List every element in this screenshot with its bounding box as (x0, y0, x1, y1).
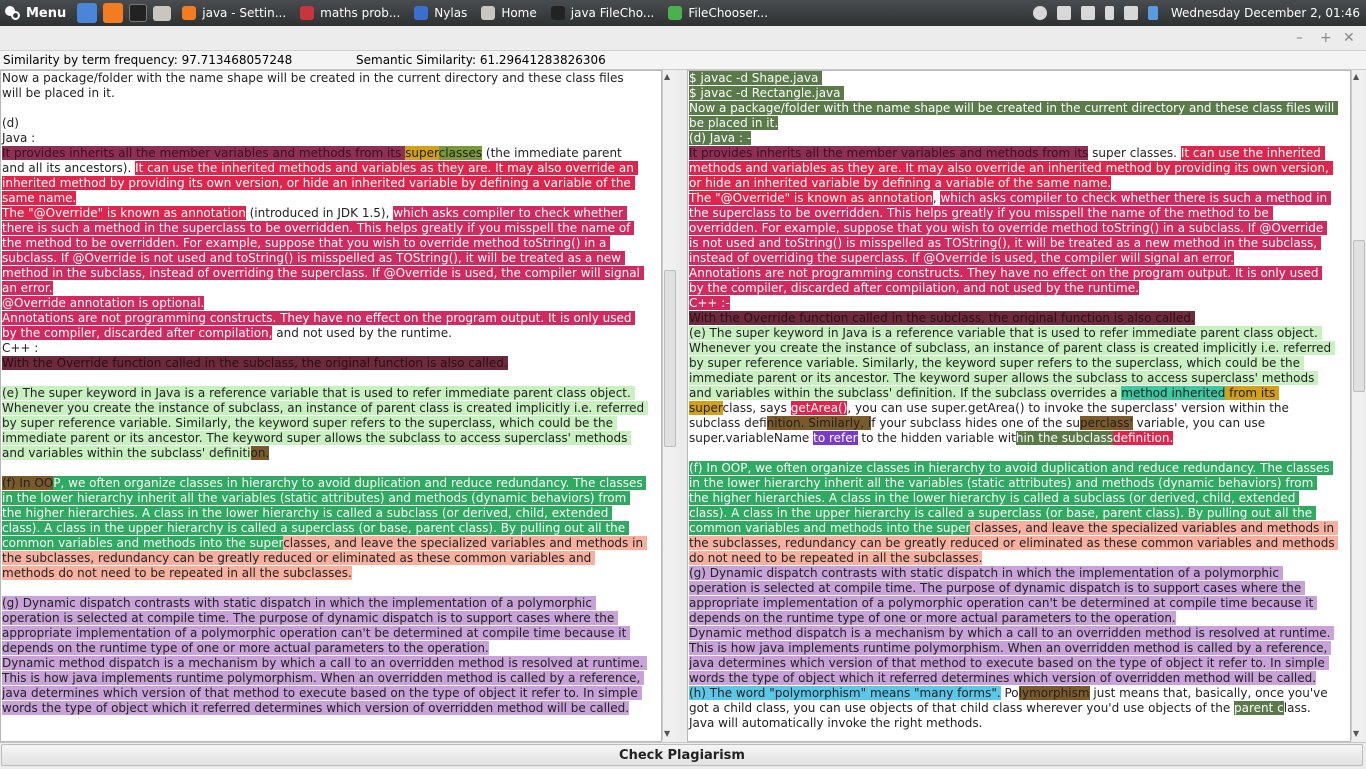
wifi-icon[interactable] (1056, 6, 1071, 20)
right-text-segment: class, says (722, 401, 791, 415)
similarity-bar: Similarity by term frequency: 97.7134680… (0, 50, 1366, 70)
minimize-button[interactable]: – (1296, 30, 1303, 46)
right-highlighted-segment: definition. (1113, 431, 1174, 445)
right-highlighted-segment: It provides inherits all the member vari… (689, 146, 1089, 160)
right-highlighted-segment: inition. Similarly, i (766, 416, 872, 430)
taskbar-window-label: Home (501, 6, 537, 20)
left-highlighted-segment: classes (438, 146, 483, 160)
taskbar-window-2[interactable]: Nylas (408, 1, 473, 25)
left-highlighted-segment: With the Override function called in the… (2, 356, 508, 370)
window-app-icon (414, 6, 429, 20)
right-document-text[interactable]: $ javac -d Shape.java $ javac -d Rectang… (689, 71, 1339, 731)
left-document-pane[interactable]: Now a package/folder with the name shape… (0, 70, 662, 742)
top-panel: Menu java - Settin... maths prob... Nylas H… (0, 0, 1366, 26)
taskbar-window-label: maths prob... (320, 6, 401, 20)
bluetooth-icon[interactable] (1147, 6, 1158, 20)
right-highlighted-segment: Now a package/folder with the name shape… (689, 101, 1339, 130)
window-app-icon (481, 6, 496, 20)
taskbar-window-5[interactable]: FileChooser... (662, 1, 774, 25)
scroll-up-icon[interactable]: ▲ (664, 72, 670, 81)
window-app-icon (550, 6, 565, 20)
left-document-text[interactable]: Now a package/folder with the name shape… (2, 71, 648, 716)
right-document-pane[interactable]: $ javac -d Shape.java $ javac -d Rectang… (687, 70, 1351, 742)
volume-icon[interactable] (1080, 6, 1095, 20)
right-scrollbar[interactable]: ▲ ▼ (1351, 70, 1365, 740)
network-icon[interactable] (1123, 6, 1138, 20)
taskbar-window-label: FileChooser... (688, 6, 769, 20)
taskbar-window-0[interactable]: java - Settin... (176, 1, 292, 25)
left-highlighted-segment: (f) In OO (2, 476, 54, 490)
right-highlighted-segment: lymorphism (1018, 686, 1090, 700)
right-highlighted-segment: $ javac -d Rectangle.java (689, 86, 845, 100)
window-app-icon (300, 6, 315, 20)
menu-label: Menu (26, 5, 67, 21)
right-highlighted-segment: parent c (1234, 701, 1284, 715)
right-highlighted-segment: C++ :- (689, 296, 730, 310)
check-plagiarism-button[interactable]: Check Plagiarism (1, 744, 1363, 766)
left-highlighted-segment: Dynamic method dispatch is a mechanism b… (2, 656, 648, 715)
window-app-icon (182, 6, 197, 20)
right-highlighted-segment: With the Override function called in the… (689, 311, 1195, 325)
terminal-icon[interactable] (129, 4, 148, 22)
taskbar-window-4[interactable]: java FileCho... (545, 1, 661, 25)
maximize-button[interactable]: + (1320, 30, 1332, 46)
right-highlighted-segment: to refer (813, 431, 858, 445)
right-highlighted-segment: Dynamic method dispatch is a mechanism b… (689, 626, 1335, 685)
show-desktop-icon[interactable] (77, 3, 98, 23)
files-icon[interactable] (153, 5, 172, 21)
right-highlighted-segment: Annotations are not programming construc… (689, 266, 1323, 295)
right-highlighted-segment: getArea() (790, 401, 848, 415)
left-scroll-thumb[interactable] (664, 270, 676, 447)
close-button[interactable]: ✕ (1343, 30, 1355, 46)
scroll-down-icon[interactable]: ▼ (664, 729, 670, 738)
system-tray: Wednesday December 2, 01:46 (1028, 0, 1366, 26)
right-highlighted-segment: method inherited (1121, 386, 1226, 400)
right-scroll-thumb[interactable] (1353, 240, 1365, 392)
right-highlighted-segment: (g) Dynamic dispatch contrasts with stat… (689, 566, 1318, 625)
left-highlighted-segment: (e) The super keyword in Java is a refer… (2, 386, 648, 460)
left-text-segment: Now a package/folder with the name shape… (2, 71, 624, 145)
taskbar-window-3[interactable]: Home (475, 1, 542, 25)
right-text-segment: to the hidden variable wit (857, 431, 1016, 445)
right-text-segment: f your subclass hides one of the su (871, 416, 1081, 430)
left-highlighted-segment: @Override annotation is optional. (2, 296, 205, 310)
firefox-icon[interactable] (103, 3, 124, 23)
menu-logo-icon (4, 5, 20, 21)
taskbar-window-label: java FileCho... (570, 6, 655, 20)
right-text-segment: super classes. (1088, 146, 1181, 160)
left-text-segment: (introduced in JDK 1.5), (245, 206, 394, 220)
left-highlighted-segment: The "@Override" is known as annotation (2, 206, 246, 220)
taskbar-window-1[interactable]: maths prob... (294, 1, 406, 25)
right-text-segment: Po (1000, 686, 1019, 700)
right-highlighted-segment: perclass' (1080, 416, 1133, 430)
left-highlighted-segment: (g) Dynamic dispatch contrasts with stat… (2, 596, 631, 655)
right-highlighted-segment: The "@Override" is known as annotation (689, 191, 933, 205)
window-titlebar (0, 26, 1366, 50)
right-highlighted-segment: hin the subclass (1015, 431, 1113, 445)
right-highlighted-segment: (h) The word "polymorphism" means "many … (689, 686, 1001, 700)
window-app-icon (668, 6, 683, 20)
term-frequency-similarity: Similarity by term frequency: 97.7134680… (3, 53, 293, 67)
menu-button[interactable]: Menu (0, 0, 74, 26)
right-highlighted-segment: $ javac -d Shape.java (689, 71, 823, 85)
battery-icon[interactable] (1104, 6, 1114, 20)
scroll-down-icon[interactable]: ▼ (1353, 729, 1359, 738)
left-scrollbar[interactable]: ▲ ▼ (662, 70, 676, 740)
right-highlighted-segment: (d) Java : - (689, 131, 752, 145)
user-icon[interactable] (1032, 6, 1047, 20)
left-highlighted-segment: on. (250, 446, 270, 460)
scroll-up-icon[interactable]: ▲ (1353, 72, 1359, 81)
semantic-similarity: Semantic Similarity: 61.29641283826306 (356, 53, 606, 67)
taskbar-window-label: Nylas (434, 6, 468, 20)
left-highlighted-segment: super (405, 146, 439, 160)
left-highlighted-segment: It provides inherits all the member vari… (2, 146, 406, 160)
taskbar-window-label: java - Settin... (202, 6, 287, 20)
clock[interactable]: Wednesday December 2, 01:46 (1171, 6, 1360, 20)
